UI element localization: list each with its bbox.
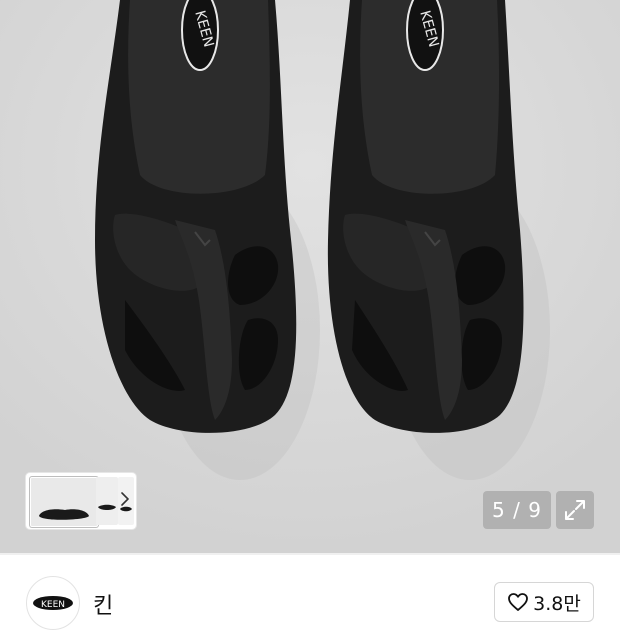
product-image[interactable]: KEEN KEEN: [0, 0, 620, 553]
brand-name[interactable]: 킨: [93, 588, 113, 620]
keen-logo-text: KEEN: [41, 600, 65, 610]
thumbnail-2-image: [98, 504, 116, 510]
like-button[interactable]: 3.8만: [494, 582, 594, 622]
expand-icon: [565, 500, 585, 520]
left-slide: KEEN: [95, 0, 297, 433]
thumbnail-1[interactable]: [30, 477, 98, 527]
like-count: 3.8만: [533, 592, 581, 615]
product-image-gallery[interactable]: KEEN KEEN 5 / 9: [0, 0, 620, 553]
right-slide: KEEN: [327, 0, 524, 433]
expand-button[interactable]: [556, 491, 594, 529]
keen-logo: KEEN: [33, 596, 73, 610]
image-counter: 5 / 9: [483, 491, 551, 529]
thumbnail-strip[interactable]: [26, 473, 136, 529]
brand-logo[interactable]: KEEN: [26, 576, 80, 630]
thumbnail-1-image: [39, 509, 89, 520]
chevron-right-icon[interactable]: [118, 489, 132, 509]
thumbnail-2[interactable]: [96, 477, 118, 525]
heart-icon: [508, 593, 529, 611]
